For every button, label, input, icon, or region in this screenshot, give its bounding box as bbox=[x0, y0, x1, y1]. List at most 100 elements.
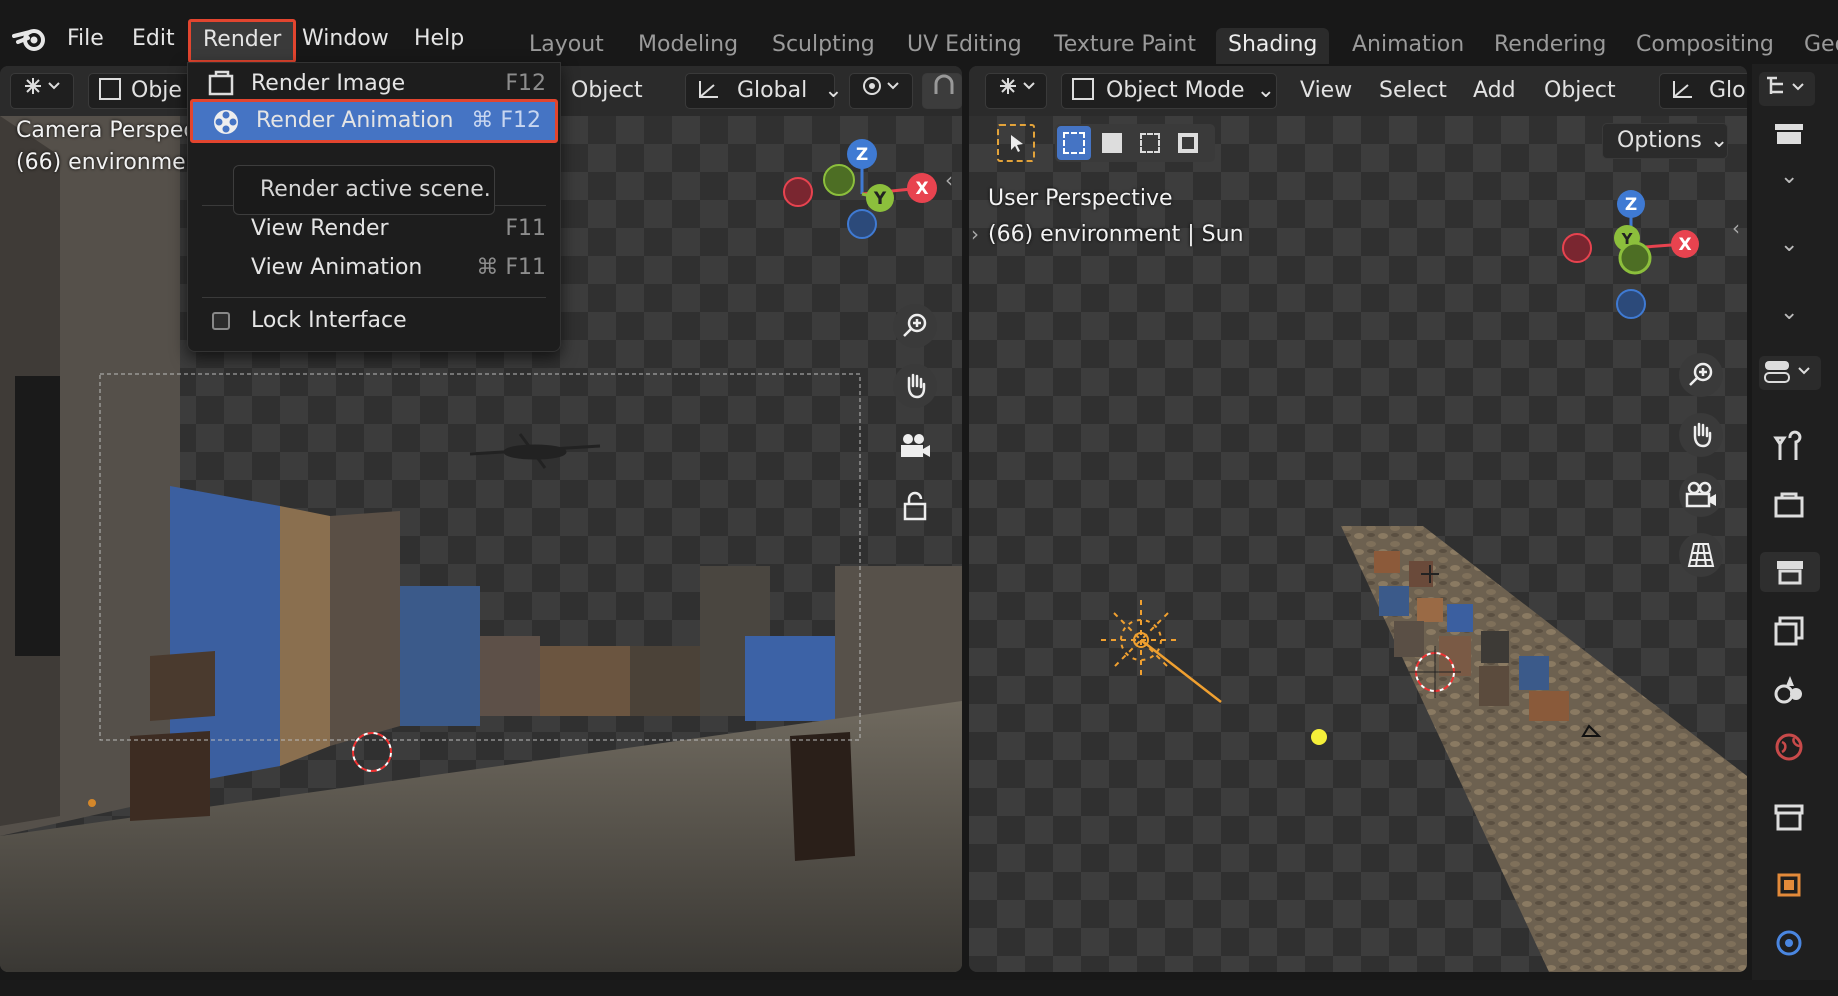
view-layer-icon[interactable] bbox=[1772, 614, 1806, 648]
transform-label: Glol bbox=[1709, 78, 1747, 103]
menu-separator bbox=[202, 297, 546, 298]
lock-interface-checkbox[interactable] bbox=[212, 312, 230, 330]
transform-axes-icon bbox=[696, 77, 722, 101]
editor-type-button[interactable] bbox=[985, 73, 1047, 109]
collection-box-icon[interactable] bbox=[1775, 124, 1805, 144]
view-render-item[interactable]: View Render F11 bbox=[188, 211, 560, 247]
lock-camera-button[interactable] bbox=[893, 484, 937, 528]
mode-selector-button[interactable]: Object Mode ⌄ bbox=[1061, 73, 1277, 109]
chevron-down-icon[interactable]: ⌄ bbox=[1780, 232, 1798, 257]
menu-window[interactable]: Window bbox=[290, 22, 401, 56]
collection-info-label: (66) environmen bbox=[16, 150, 200, 175]
tab-uv-editing[interactable]: UV Editing bbox=[895, 28, 1034, 64]
menu-add[interactable]: Add bbox=[1473, 73, 1516, 109]
view-animation-item[interactable]: View Animation ⌘ F11 bbox=[188, 250, 560, 286]
viewport-editor-icon bbox=[1000, 78, 1035, 94]
lock-interface-label: Lock Interface bbox=[251, 308, 407, 333]
output-properties-icon bbox=[1777, 561, 1803, 585]
sidebar-toggle-icon[interactable]: ‹ bbox=[1732, 216, 1740, 240]
zoom-icon bbox=[1689, 362, 1713, 386]
tab-animation[interactable]: Animation bbox=[1340, 28, 1476, 64]
gizmo-z-label: Z bbox=[1625, 195, 1637, 215]
lock-interface-item[interactable]: Lock Interface bbox=[188, 303, 560, 339]
menu-object[interactable]: Object bbox=[1544, 73, 1616, 109]
camera-view-button[interactable] bbox=[1679, 473, 1723, 517]
render-animation-icon bbox=[214, 110, 238, 134]
gizmo-y-label: Y bbox=[1621, 230, 1634, 248]
tab-shading[interactable]: Shading bbox=[1216, 28, 1330, 64]
zoom-button[interactable] bbox=[893, 304, 937, 348]
editor-type-button[interactable] bbox=[10, 73, 74, 109]
world-properties-icon[interactable] bbox=[1772, 730, 1806, 764]
gizmo-z-label: Z bbox=[856, 145, 868, 165]
zoom-icon bbox=[903, 313, 927, 337]
sidebar-toggle-icon[interactable]: ‹ bbox=[945, 168, 953, 192]
render-image-icon bbox=[208, 70, 234, 96]
hand-icon bbox=[907, 373, 926, 399]
camera-icon bbox=[901, 434, 930, 457]
object-mode-icon bbox=[1072, 78, 1094, 100]
collection-properties-icon[interactable] bbox=[1772, 800, 1806, 834]
snap-button[interactable] bbox=[922, 73, 962, 109]
camera-icon bbox=[1685, 481, 1716, 508]
mode-selector-button[interactable]: Obje bbox=[88, 73, 198, 109]
object-menu[interactable]: Object bbox=[571, 73, 643, 109]
tab-layout[interactable]: Layout bbox=[517, 28, 616, 64]
transform-orientation-button[interactable]: Global ⌄ bbox=[685, 73, 843, 109]
tab-modeling[interactable]: Modeling bbox=[626, 28, 750, 64]
render-animation-item[interactable]: Render Animation ⌘ F12 bbox=[190, 99, 558, 143]
modifier-properties-icon[interactable] bbox=[1772, 926, 1806, 960]
status-bar bbox=[0, 980, 1838, 996]
view-render-label: View Render bbox=[251, 216, 389, 241]
menu-select[interactable]: Select bbox=[1379, 73, 1447, 109]
tab-texture-paint[interactable]: Texture Paint bbox=[1042, 28, 1208, 64]
top-bar: File Edit Render Window Help Layout Mode… bbox=[0, 0, 1838, 64]
chevron-down-icon: ⌄ bbox=[824, 78, 843, 103]
scene-properties-icon[interactable] bbox=[1772, 672, 1806, 706]
transform-label: Global bbox=[737, 78, 808, 103]
tab-compositing[interactable]: Compositing bbox=[1624, 28, 1786, 64]
gizmo-y-label: Y bbox=[873, 189, 887, 209]
navigation-gizmo[interactable]: Z Y X bbox=[780, 136, 940, 286]
blender-logo-icon[interactable] bbox=[12, 22, 52, 54]
transform-orientation-button[interactable]: Glol bbox=[1659, 73, 1747, 109]
tab-sculpting[interactable]: Sculpting bbox=[760, 28, 887, 64]
pan-button[interactable] bbox=[893, 364, 937, 408]
view-animation-label: View Animation bbox=[251, 255, 423, 280]
hand-icon bbox=[1693, 422, 1712, 448]
chevron-down-icon: ⌄ bbox=[1256, 78, 1276, 103]
output-properties-tab[interactable] bbox=[1760, 552, 1820, 592]
navigation-gizmo[interactable]: Z Y X bbox=[1554, 186, 1714, 336]
object-properties-icon[interactable] bbox=[1772, 868, 1806, 902]
gizmo-x-label: X bbox=[915, 179, 928, 199]
outliner-display-button[interactable] bbox=[1759, 72, 1815, 106]
properties-editor-type-button[interactable] bbox=[1759, 356, 1821, 390]
transform-axes-icon bbox=[1670, 77, 1696, 101]
menu-view[interactable]: View bbox=[1300, 73, 1352, 109]
menu-help[interactable]: Help bbox=[402, 22, 476, 56]
properties-icon bbox=[1764, 361, 1810, 383]
render-image-shortcut: F12 bbox=[505, 71, 546, 96]
pan-button[interactable] bbox=[1679, 413, 1723, 457]
camera-view-button[interactable] bbox=[893, 424, 937, 468]
menu-render[interactable]: Render bbox=[188, 19, 297, 63]
camera-perspective-label: Camera Perspect bbox=[16, 118, 205, 143]
pivot-point-button[interactable] bbox=[849, 73, 913, 109]
mode-label: Obje bbox=[131, 78, 182, 103]
tool-settings-icon[interactable] bbox=[1772, 430, 1806, 464]
menu-file[interactable]: File bbox=[55, 22, 116, 56]
chevron-down-icon[interactable]: ⌄ bbox=[1780, 300, 1798, 325]
render-image-item[interactable]: Render Image F12 bbox=[188, 66, 560, 102]
chevron-down-icon[interactable]: ⌄ bbox=[1780, 164, 1798, 189]
right-viewport-header: Object Mode ⌄ View Select Add Object Glol bbox=[969, 66, 1747, 116]
zoom-button[interactable] bbox=[1679, 353, 1723, 397]
tab-rendering[interactable]: Rendering bbox=[1482, 28, 1618, 64]
object-mode-icon bbox=[99, 78, 121, 100]
render-properties-icon[interactable] bbox=[1772, 488, 1806, 522]
view-render-shortcut: F11 bbox=[505, 216, 546, 241]
ortho-toggle-button[interactable] bbox=[1679, 533, 1723, 577]
grid-perspective-icon bbox=[1687, 543, 1715, 567]
menu-edit[interactable]: Edit bbox=[120, 22, 187, 56]
tab-geometry-nodes[interactable]: Geo bbox=[1792, 28, 1838, 64]
right-viewport[interactable]: Object Mode ⌄ View Select Add Object Glol… bbox=[969, 66, 1747, 972]
